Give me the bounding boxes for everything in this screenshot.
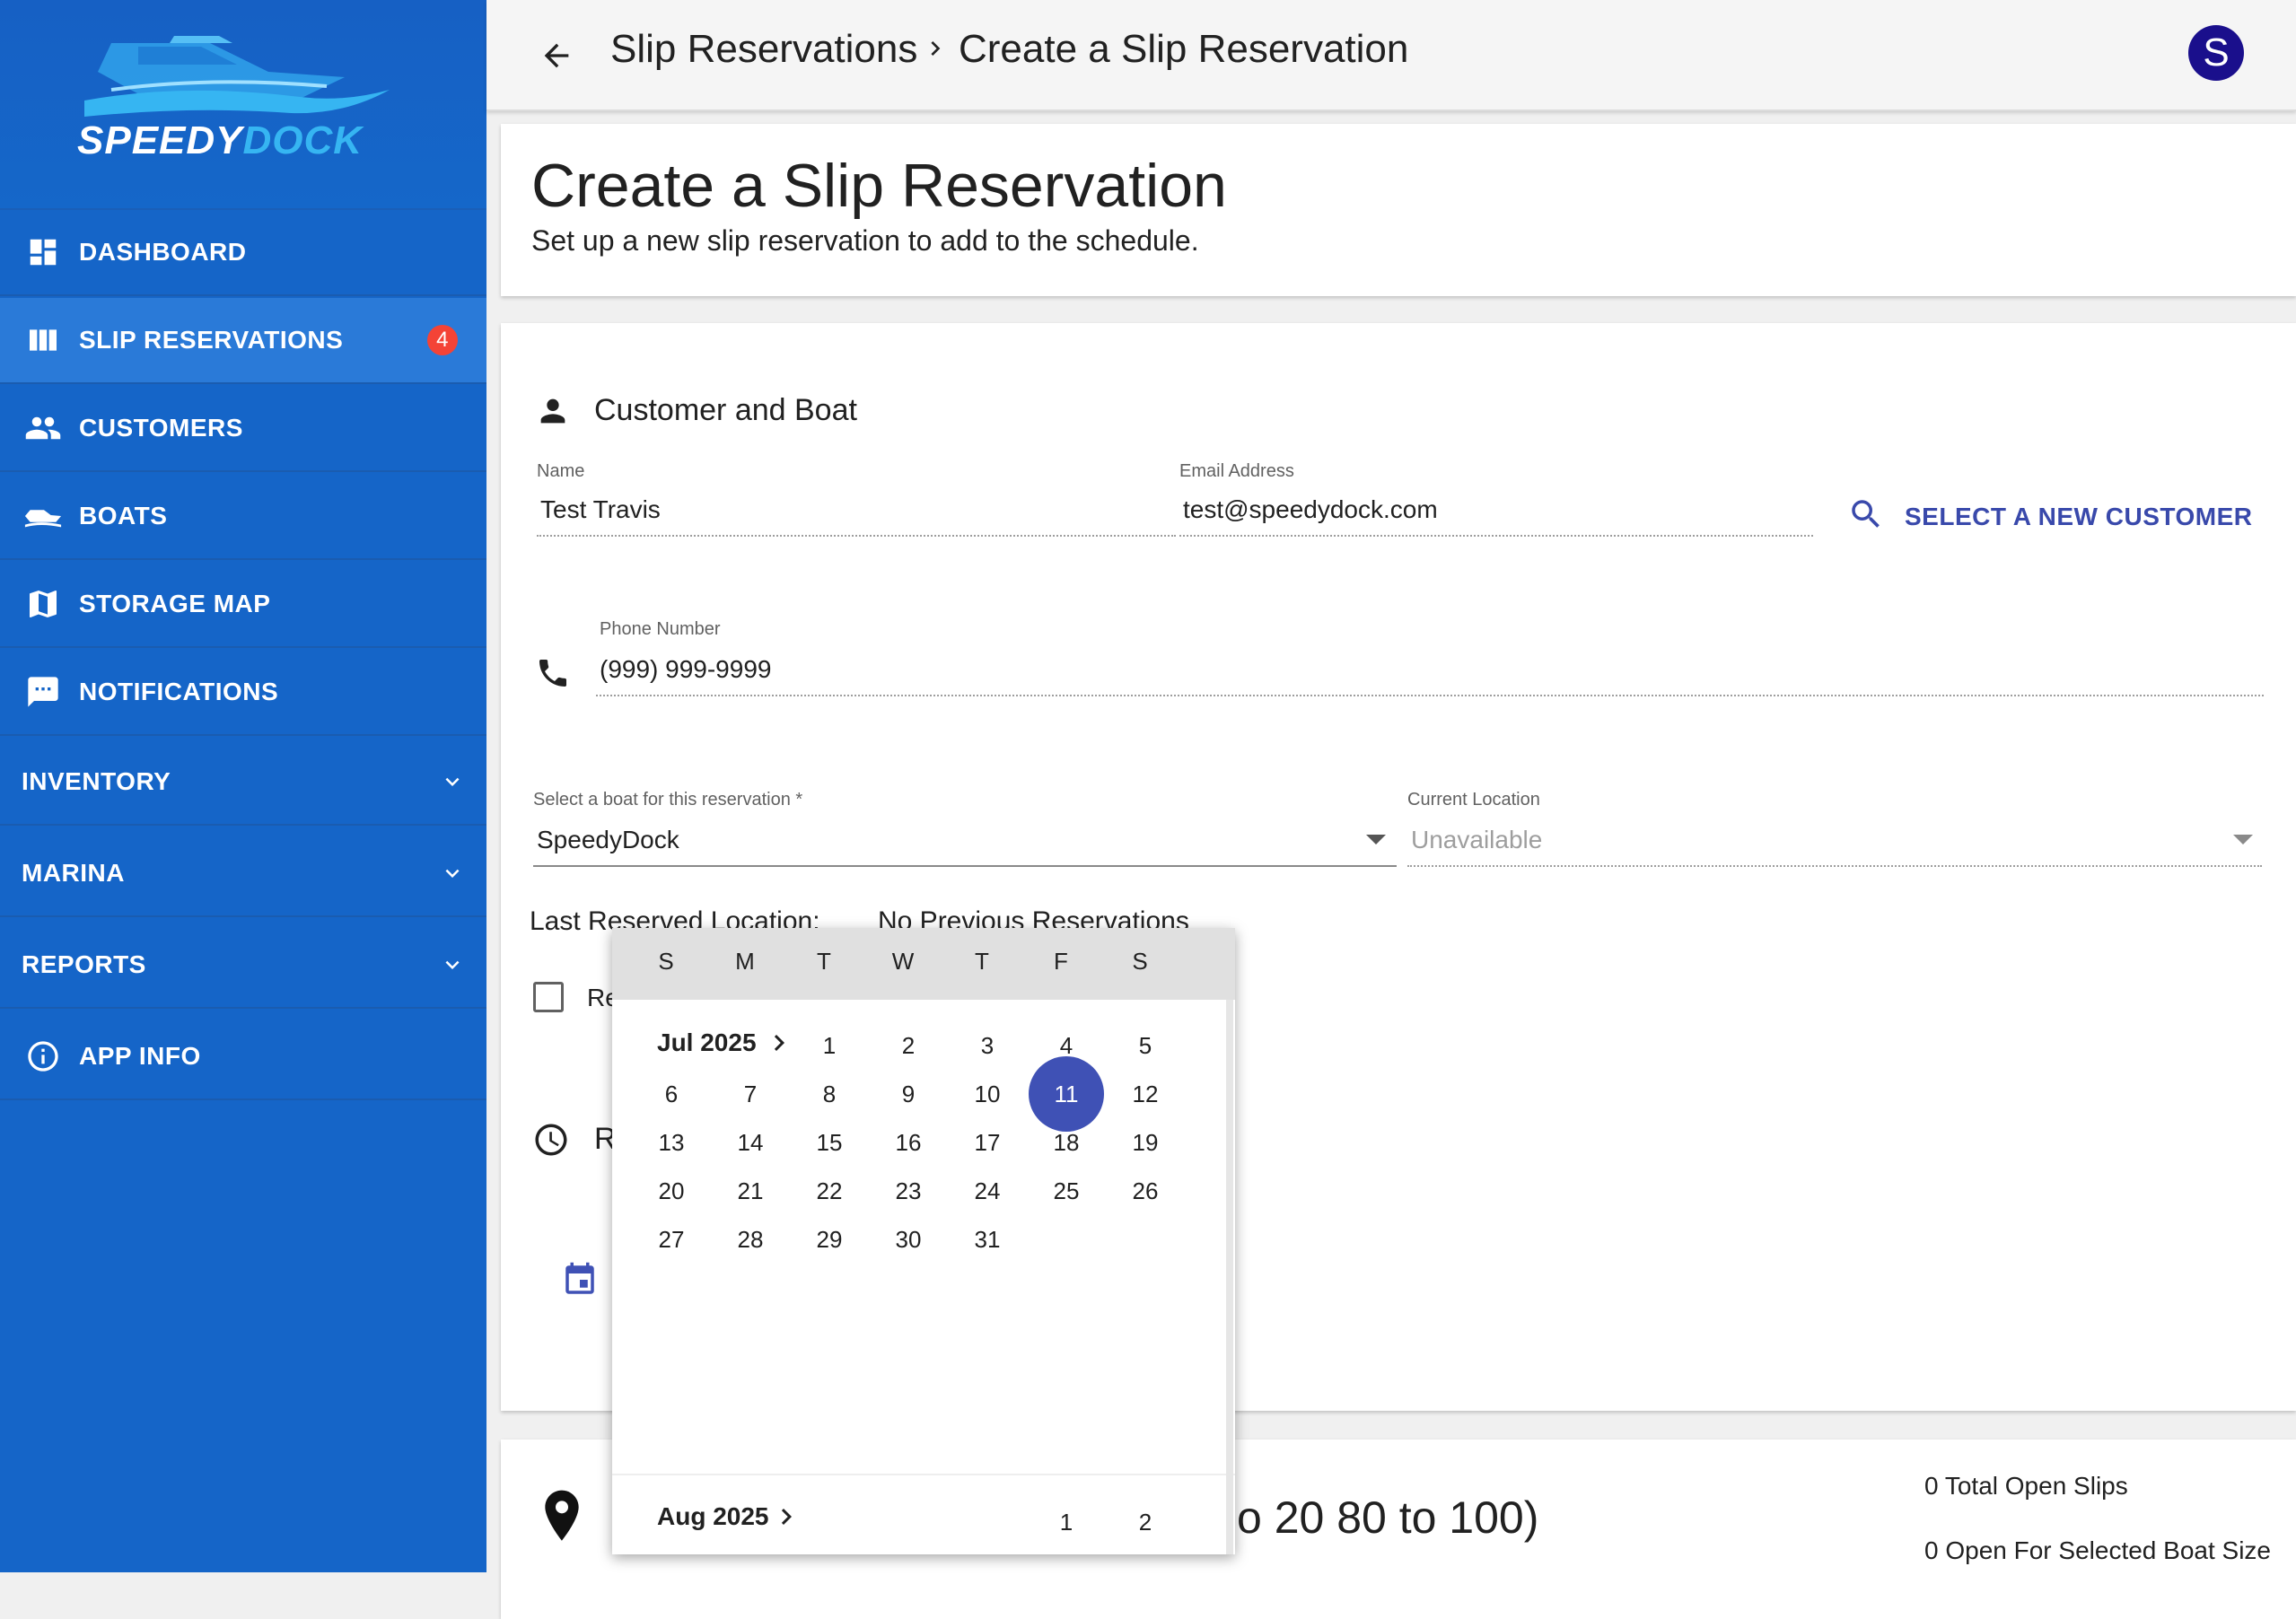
- sidebar-item-label: DASHBOARD: [79, 238, 247, 266]
- sidebar-item-reports[interactable]: REPORTS: [0, 923, 486, 1009]
- clock-icon: [531, 1120, 571, 1160]
- phone-label: Phone Number: [600, 619, 721, 639]
- boat-select-label: Select a boat for this reservation *: [533, 790, 803, 810]
- dropdown-arrow-icon[interactable]: [1366, 835, 1386, 845]
- sidebar-item-storage-map[interactable]: STORAGE MAP: [0, 562, 486, 648]
- sidebar-item-dashboard[interactable]: DASHBOARD: [0, 210, 486, 296]
- map-icon: [23, 584, 63, 624]
- sidebar-item-label: REPORTS: [22, 950, 146, 978]
- calendar-day[interactable]: 25: [1029, 1153, 1104, 1229]
- sidebar-item-label: INVENTORY: [22, 767, 171, 795]
- calendar-day[interactable]: 30: [871, 1202, 946, 1277]
- weekday-label: F: [1054, 948, 1068, 975]
- name-label: Name: [537, 461, 585, 481]
- weekday-header: S M T W T F S: [612, 928, 1235, 1000]
- location-pin-icon: [537, 1486, 587, 1549]
- notification-badge: 4: [427, 325, 458, 355]
- chevron-right-icon: [921, 34, 950, 67]
- sidebar-item-inventory[interactable]: INVENTORY: [0, 739, 486, 826]
- sidebar-item-app-info[interactable]: APP INFO: [0, 1014, 486, 1100]
- top-app-bar: Slip Reservations Create a Slip Reservat…: [486, 0, 2296, 111]
- name-field[interactable]: Test Travis: [540, 495, 661, 524]
- chevron-down-icon: [434, 855, 470, 891]
- logo-text: SPEEDYDOCK: [77, 118, 363, 163]
- sidebar-item-label: SLIP RESERVATIONS: [79, 326, 344, 354]
- current-location-label: Current Location: [1407, 790, 1540, 810]
- breadcrumb-current-page: Create a Slip Reservation: [959, 27, 1409, 71]
- avatar[interactable]: S: [2188, 25, 2244, 81]
- chevron-down-icon: [434, 764, 470, 800]
- search-icon[interactable]: [1847, 495, 1885, 533]
- logo-text-dock: DOCK: [242, 118, 364, 162]
- phone-field[interactable]: (999) 999-9999: [600, 655, 771, 684]
- sidebar-item-customers[interactable]: CUSTOMERS: [0, 386, 486, 472]
- calendar-icon[interactable]: [560, 1260, 600, 1300]
- sidebar-item-label: MARINA: [22, 859, 125, 887]
- month-label-july: Jul 2025: [657, 1028, 757, 1056]
- weekday-label: S: [658, 948, 674, 975]
- message-icon: [23, 672, 63, 712]
- calendar-day[interactable]: 27: [634, 1202, 709, 1277]
- select-new-customer-button[interactable]: SELECT A NEW CUSTOMER: [1905, 503, 2252, 531]
- boat-icon: [23, 496, 63, 536]
- open-for-boat-size: 0 Open For Selected Boat Size: [1924, 1536, 2271, 1564]
- date-picker-popup: S M T W T F S Jul 2025 1 2 3 4 5 6 7 8 9 10 11 12 13…: [612, 928, 1235, 1554]
- chevron-right-icon[interactable]: [770, 1501, 802, 1537]
- sidebar-item-label: NOTIFICATIONS: [79, 678, 279, 705]
- view-columns-icon: [23, 320, 63, 360]
- logo-text-speedy: SPEEDY: [77, 118, 243, 162]
- speedydock-boat-logo-icon: [84, 36, 390, 117]
- sidebar-item-notifications[interactable]: NOTIFICATIONS: [0, 650, 486, 736]
- month-divider: [612, 1474, 1235, 1475]
- weekday-label: W: [891, 948, 915, 975]
- calendar-day[interactable]: 29: [792, 1202, 867, 1277]
- checkbox[interactable]: [533, 982, 564, 1012]
- section-title-customer-and-boat: Customer and Boat: [594, 393, 857, 427]
- info-icon: [23, 1037, 63, 1076]
- weekday-label: T: [817, 948, 831, 975]
- weekday-label: M: [735, 948, 755, 975]
- sidebar: SPEEDYDOCK DASHBOARD SLIP RESERVATIONS 4…: [0, 0, 486, 1572]
- dashboard-icon: [23, 232, 63, 272]
- email-label: Email Address: [1179, 461, 1294, 481]
- chevron-down-icon: [434, 947, 470, 983]
- boat-select[interactable]: SpeedyDock: [537, 826, 679, 854]
- person-icon: [533, 391, 573, 431]
- back-arrow-icon[interactable]: [531, 31, 582, 81]
- page-header-card: Create a Slip Reservation Set up a new s…: [501, 124, 2296, 296]
- weekday-label: S: [1132, 948, 1148, 975]
- people-icon: [23, 408, 63, 448]
- email-field[interactable]: test@speedydock.com: [1183, 495, 1438, 524]
- sidebar-item-label: BOATS: [79, 502, 168, 529]
- dropdown-arrow-icon: [2233, 835, 2253, 845]
- sidebar-item-label: CUSTOMERS: [79, 414, 243, 442]
- page-subtitle: Set up a new slip reservation to add to …: [531, 224, 1199, 257]
- page-title: Create a Slip Reservation: [531, 152, 1227, 220]
- boat-select-underline: [533, 865, 1397, 867]
- sidebar-item-label: STORAGE MAP: [79, 590, 271, 617]
- calendar-scrollbar[interactable]: [1226, 1000, 1233, 1554]
- sidebar-item-boats[interactable]: BOATS: [0, 474, 486, 560]
- phone-icon: [533, 653, 573, 693]
- current-location-underline: [1407, 865, 2262, 867]
- sidebar-item-slip-reservations[interactable]: SLIP RESERVATIONS 4: [0, 298, 486, 384]
- calendar-day[interactable]: 2: [1108, 1484, 1183, 1554]
- calendar-day[interactable]: 26: [1108, 1153, 1183, 1229]
- calendar-day[interactable]: 28: [713, 1202, 788, 1277]
- total-open-slips: 0 Total Open Slips: [1924, 1472, 2128, 1500]
- email-field-underline: [1179, 535, 1813, 537]
- name-field-underline: [537, 535, 1176, 537]
- current-location-select: Unavailable: [1411, 826, 1543, 853]
- sidebar-item-label: APP INFO: [79, 1042, 201, 1070]
- month-label-august: Aug 2025: [657, 1502, 769, 1530]
- section-title-slips: o 20 80 to 100): [1237, 1492, 1539, 1543]
- logo[interactable]: SPEEDYDOCK: [0, 0, 486, 210]
- calendar-day[interactable]: 31: [950, 1202, 1025, 1277]
- weekday-label: T: [975, 948, 989, 975]
- phone-field-underline: [596, 695, 2264, 696]
- calendar-day[interactable]: 1: [1029, 1484, 1104, 1554]
- breadcrumb-slip-reservations[interactable]: Slip Reservations: [610, 27, 917, 72]
- sidebar-item-marina[interactable]: MARINA: [0, 831, 486, 917]
